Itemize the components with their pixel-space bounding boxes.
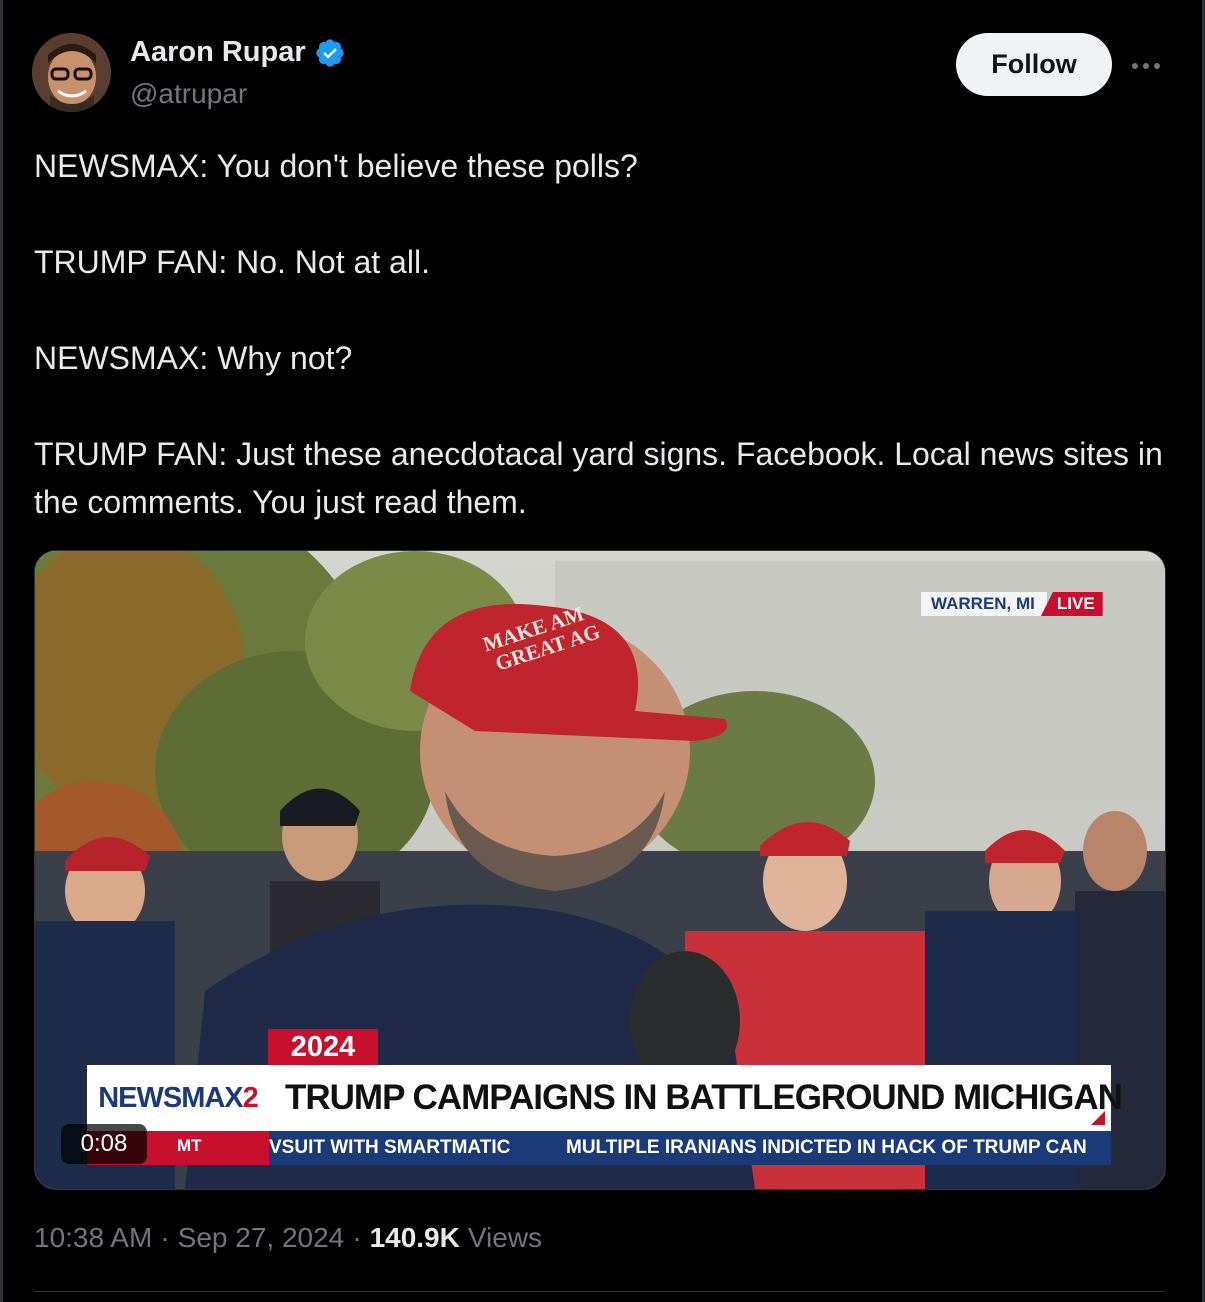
logo-suffix: 2	[242, 1081, 259, 1114]
live-label: LIVE	[1040, 592, 1103, 616]
network-logo: NEWSMAX2	[87, 1065, 269, 1131]
location-label: WARREN, MI	[921, 592, 1047, 616]
year-tag: 2024	[268, 1029, 378, 1065]
author-name-row: Aaron Rupar	[130, 36, 346, 69]
tweet-line: TRUMP FAN: Just these anecdotacal yard s…	[34, 436, 1163, 520]
video-duration: 0:08	[61, 1124, 147, 1164]
verified-badge-icon	[315, 38, 344, 67]
separator: ·	[160, 1222, 170, 1253]
views-count[interactable]: 140.9K	[370, 1222, 460, 1254]
chyron-corner	[1091, 1111, 1105, 1125]
logo-main: NEWSMAX	[98, 1081, 243, 1114]
more-horizontal-icon[interactable]	[1128, 48, 1164, 84]
tweet-time[interactable]: 10:38 AM	[34, 1222, 152, 1254]
frame-border-left	[0, 0, 3, 1302]
chyron-headline: TRUMP CAMPAIGNS IN BATTLEGROUND MICHIGAN	[285, 1078, 1123, 1117]
ticker-item: MULTIPLE IRANIANS INDICTED IN HACK OF TR…	[566, 1137, 1087, 1158]
tweet-meta: 10:38 AM · Sep 27, 2024 · 140.9K Views	[34, 1222, 542, 1254]
tweet-line: NEWSMAX: You don't believe these polls?	[34, 148, 638, 184]
location-bug: WARREN, MI LIVE	[921, 592, 1103, 616]
tweet-line: TRUMP FAN: No. Not at all.	[34, 244, 430, 280]
tweet-line: NEWSMAX: Why not?	[34, 340, 353, 376]
chyron: TRUMP CAMPAIGNS IN BATTLEGROUND MICHIGAN	[269, 1065, 1123, 1131]
follow-button[interactable]: Follow	[956, 33, 1112, 96]
author-handle[interactable]: @atrupar	[130, 78, 247, 110]
ticker-left-text: MT	[177, 1136, 202, 1155]
separator: ·	[352, 1222, 362, 1253]
video-player[interactable]: MAKE AM GREAT AG WARREN, MI LIVE 2024 NE…	[34, 550, 1166, 1190]
divider	[34, 1291, 1165, 1292]
ticker-item: VSUIT WITH SMARTMATIC	[269, 1137, 511, 1158]
views-label: Views	[467, 1222, 543, 1253]
news-ticker: VSUIT WITH SMARTMATIC MULTIPLE IRANIANS …	[269, 1131, 1111, 1165]
avatar[interactable]	[32, 33, 111, 112]
tweet-text: NEWSMAX: You don't believe these polls? …	[34, 142, 1169, 526]
tweet-date[interactable]: Sep 27, 2024	[178, 1222, 345, 1254]
author-name[interactable]: Aaron Rupar	[130, 36, 306, 69]
